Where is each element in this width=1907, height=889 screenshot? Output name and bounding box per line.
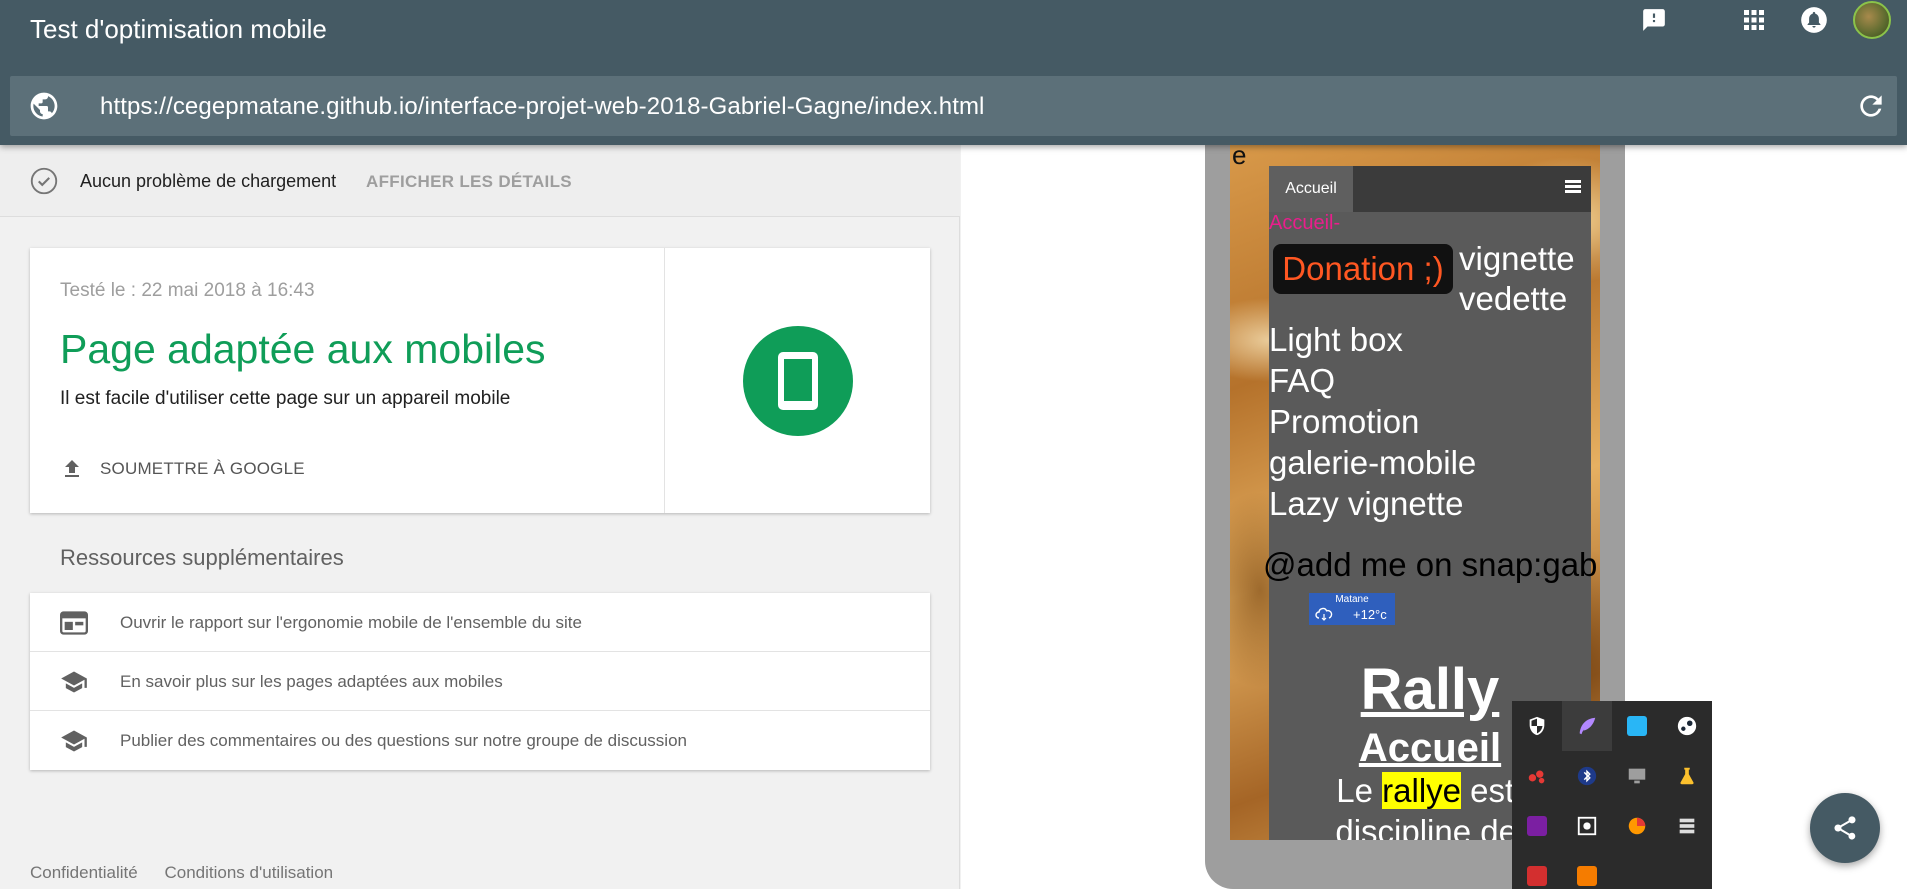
apps-grid-icon[interactable] [1734, 0, 1774, 40]
privacy-link[interactable]: Confidentialité [30, 863, 138, 882]
resource-label: Publier des commentaires ou des question… [120, 731, 687, 750]
onenote-icon[interactable] [1512, 801, 1562, 851]
site-link-vignette[interactable]: vignette [1459, 240, 1575, 278]
tested-date: Testé le : 22 mai 2018 à 16:43 [60, 280, 315, 301]
school-icon [61, 671, 87, 693]
preview-panel: e Accueil Accueil- Donation ;) vignette … [961, 115, 1907, 889]
para-text: Le [1336, 772, 1383, 809]
mobile-phone-icon [743, 326, 853, 436]
cloud-rain-icon [1315, 607, 1333, 621]
feedback-icon[interactable] [1634, 0, 1674, 40]
result-subtitle: Il est facile d'utiliser cette page sur … [60, 388, 511, 409]
site-link-lazy-vignette[interactable]: Lazy vignette [1269, 485, 1463, 523]
resource-item-site-report[interactable]: Ouvrir le rapport sur l'ergonomie mobile… [30, 593, 930, 652]
steam-icon[interactable] [1662, 701, 1712, 751]
system-tray-overflow [1512, 701, 1712, 889]
site-link-promotion[interactable]: Promotion [1269, 403, 1419, 441]
app-title: Test d'optimisation mobile [30, 14, 327, 44]
footer: Confidentialité Conditions d'utilisation [30, 863, 355, 883]
status-text: Aucun problème de chargement [80, 171, 337, 191]
results-panel: Aucun problème de chargement AFFICHER LE… [0, 145, 960, 889]
resource-label: En savoir plus sur les pages adaptées au… [120, 672, 503, 691]
result-summary: Testé le : 22 mai 2018 à 16:43 Page adap… [30, 248, 665, 513]
web-report-icon [60, 611, 88, 635]
school-icon [61, 730, 87, 752]
java-icon[interactable] [1562, 851, 1612, 889]
submit-label: SOUMETTRE À GOOGLE [100, 459, 305, 478]
site-snap-text: @add me on snap:gab [1263, 546, 1598, 583]
share-button[interactable] [1810, 793, 1880, 863]
share-icon [1834, 816, 1856, 840]
defender-shield-icon[interactable] [1512, 701, 1562, 751]
donation-button[interactable]: Donation ;) [1273, 244, 1453, 294]
show-details-link[interactable]: AFFICHER LES DÉTAILS [366, 172, 572, 192]
weather-widget: Matane +12°c [1309, 593, 1395, 625]
terms-link[interactable]: Conditions d'utilisation [164, 863, 333, 882]
resource-label: Ouvrir le rapport sur l'ergonomie mobile… [120, 613, 582, 632]
site-link-vedette[interactable]: vedette [1459, 280, 1567, 318]
site-breadcrumb: Accueil- [1269, 212, 1341, 234]
result-card: Testé le : 22 mai 2018 à 16:43 Page adap… [30, 248, 930, 513]
notifications-icon[interactable] [1794, 0, 1834, 40]
site-link-gallery[interactable]: galerie-mobile [1269, 444, 1476, 482]
result-title: Page adaptée aux mobiles [60, 326, 546, 372]
site-link-faq[interactable]: FAQ [1269, 362, 1335, 400]
account-avatar[interactable] [1852, 0, 1892, 40]
site-nav: Accueil [1269, 166, 1591, 212]
upload-icon [65, 460, 79, 477]
ccu-icon[interactable] [1512, 851, 1562, 889]
submit-to-google-button[interactable]: SOUMETTRE À GOOGLE [60, 454, 305, 484]
resource-item-learn-more[interactable]: En savoir plus sur les pages adaptées au… [30, 652, 930, 711]
weather-city: Matane [1335, 594, 1369, 605]
cluster-icon[interactable] [1512, 751, 1562, 801]
url-bar[interactable]: https://cegepmatane.github.io/interface-… [10, 76, 1897, 136]
reload-icon[interactable] [1855, 90, 1887, 122]
feather-icon[interactable] [1562, 701, 1612, 751]
hamburger-menu-icon[interactable] [1565, 180, 1581, 194]
app-bar: Test d'optimisation mobile https://cegep… [0, 0, 1907, 145]
globe-icon [30, 92, 58, 120]
stack-icon[interactable] [1662, 801, 1712, 851]
display-icon[interactable] [1612, 751, 1662, 801]
loading-status-row: Aucun problème de chargement AFFICHER LE… [0, 145, 960, 217]
flask-icon[interactable] [1662, 751, 1712, 801]
weather-temp: +12°c [1353, 607, 1387, 622]
resources-list: Ouvrir le rapport sur l'ergonomie mobile… [30, 593, 930, 770]
nav-home-tab[interactable]: Accueil [1269, 166, 1353, 212]
gear-box-icon[interactable] [1562, 801, 1612, 851]
bluetooth-icon[interactable] [1562, 751, 1612, 801]
pie-icon[interactable] [1612, 801, 1662, 851]
site-link-lightbox[interactable]: Light box [1269, 321, 1403, 359]
check-circle-icon [30, 167, 58, 195]
para-highlight: rallye [1382, 772, 1461, 809]
resources-heading: Ressources supplémentaires [60, 545, 344, 570]
resource-item-discussion-group[interactable]: Publier des commentaires ou des question… [30, 711, 930, 770]
computer-icon[interactable] [1612, 701, 1662, 751]
url-text[interactable]: https://cegepmatane.github.io/interface-… [100, 93, 985, 121]
